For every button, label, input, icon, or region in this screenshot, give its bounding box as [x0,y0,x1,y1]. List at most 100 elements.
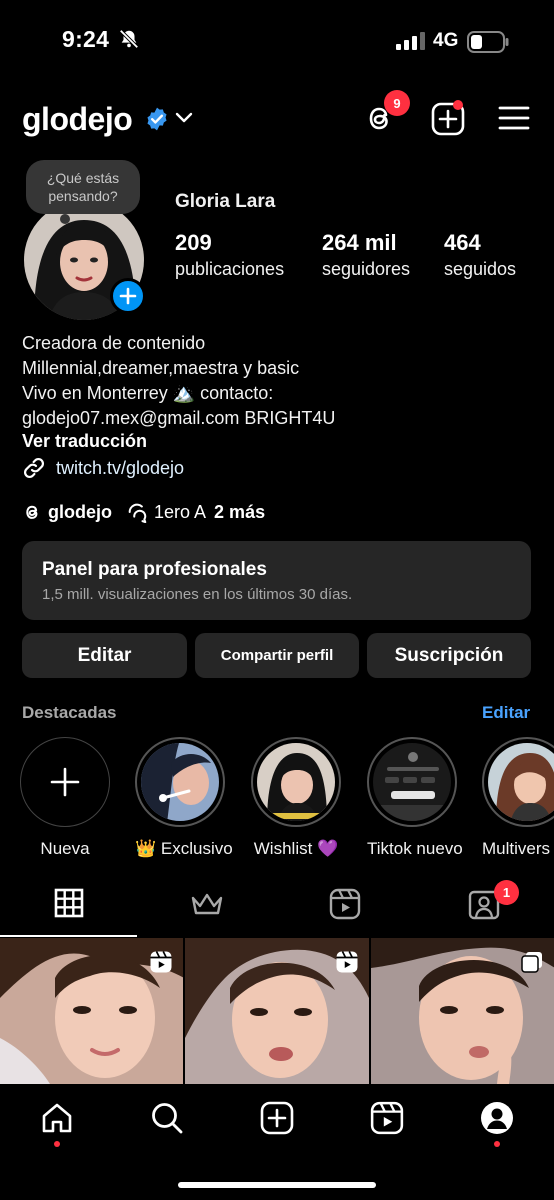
subscription-button[interactable]: Suscripción [367,633,531,678]
highlights-edit-link[interactable]: Editar [482,703,530,723]
tab-reels[interactable] [329,888,361,920]
stat-label: publicaciones [175,259,285,279]
highlight-ring [20,737,110,827]
network-type: 4G [433,30,459,51]
highlight-item[interactable]: 👑 Exclusivo [135,737,233,859]
professional-dashboard[interactable]: Panel para profesionales 1,5 mill. visua… [22,541,531,620]
cell-signal-icon [396,32,426,50]
posts-grid [0,938,554,1084]
bio-line: Millennial,dreamer,maestra y basic [22,358,300,378]
nav-create[interactable] [260,1101,294,1135]
highlight-item[interactable]: Multivers [482,737,554,859]
note-bubble[interactable]: ¿Qué estás pensando? [26,160,140,214]
profile-notification-dot [494,1141,500,1147]
stat-followers[interactable]: 264 mil seguidores [322,230,410,280]
chevron-down-icon[interactable] [175,111,193,125]
bio-line: glodejo07.mex@gmail.com BRIGHT4U [22,408,336,428]
bio-line: Vivo en Monterrey 🏔️ contacto: [22,383,274,403]
post-thumbnail[interactable] [185,938,369,1084]
home-icon [42,1103,72,1133]
tab-grid[interactable] [54,888,84,918]
threads-chip-label: glodejo [48,501,112,522]
see-translation-link[interactable]: Ver traducción [22,431,147,452]
nav-reels[interactable] [370,1101,404,1135]
plus-square-icon [260,1101,294,1135]
home-indicator [178,1182,376,1188]
threads-button[interactable]: 9 [362,90,410,136]
highlight-label: Nueva [40,839,90,858]
link-text: twitch.tv/glodejo [56,457,185,478]
tab-tagged[interactable]: 1 [468,880,519,920]
bio: Creadora de contenido Millennial,dreamer… [22,331,335,431]
note-bubble-tail [60,214,70,224]
plus-icon [119,287,137,305]
stat-posts[interactable]: 209 publicaciones [175,230,284,280]
bio-line: Creadora de contenido [22,333,206,353]
grid-icon [54,888,84,918]
highlight-label: 👑 Exclusivo [135,839,233,858]
stat-value: 209 [175,230,212,255]
hamburger-menu-icon [498,106,530,130]
bell-muted-icon [118,28,140,50]
more-chips-label: 2 más [214,501,266,522]
highlight-cover [488,743,554,821]
nav-search[interactable] [150,1101,184,1135]
content-tabs: 1 [0,880,554,936]
link-icon [23,457,45,479]
highlight-item[interactable]: Wishlist 💜 [251,737,341,859]
tab-exclusive[interactable] [190,892,224,918]
stat-following[interactable]: 464 seguidos [444,230,516,280]
more-chips[interactable]: 2 más [214,502,265,523]
create-post-dot [453,100,463,110]
highlight-ring [251,737,341,827]
nav-home[interactable] [40,1101,74,1147]
broadcast-channel-icon [128,503,147,523]
highlight-cover [141,743,219,821]
stat-label: seguidos [444,259,517,279]
profile-link[interactable]: twitch.tv/glodejo [22,456,184,480]
search-icon [152,1103,183,1134]
highlight-cover [373,743,451,821]
stat-value: 264 mil [322,230,397,255]
plus-icon [50,767,80,797]
threads-chip[interactable]: glodejo [22,501,112,523]
add-story-button[interactable] [110,278,146,314]
highlight-label: Wishlist 💜 [253,839,339,858]
highlight-ring [482,737,554,827]
highlight-ring [367,737,457,827]
highlight-item[interactable]: Tiktok nuevo [367,737,463,859]
reels-icon [329,888,361,920]
pro-panel-subtitle: 1,5 mill. visualizaciones en los últimos… [42,586,353,603]
verified-badge-icon [144,106,170,132]
reel-badge-icon [335,950,359,974]
channel-chip-label: 1ero A [154,501,207,522]
profile-chips: glodejo 1ero A 2 más [22,501,279,523]
active-tab-indicator [0,935,137,937]
carousel-badge-icon [520,950,544,974]
full-name: Gloria Lara [175,191,276,212]
share-profile-button[interactable]: Compartir perfil [195,633,359,678]
reel-badge-icon [149,950,173,974]
create-post-button[interactable] [431,100,465,136]
threads-badge: 9 [384,90,410,116]
battery-icon [467,31,509,53]
highlight-new[interactable]: Nueva [20,737,110,859]
highlight-label: Tiktok nuevo [367,839,463,858]
post-thumbnail[interactable] [370,938,554,1084]
highlight-label: Multivers [482,839,551,858]
post-thumbnail[interactable] [0,938,184,1084]
channel-chip[interactable]: 1ero A [126,501,206,523]
menu-button[interactable] [498,104,530,132]
status-time: 9:24 [62,26,110,52]
highlight-cover [257,743,335,821]
nav-profile[interactable] [480,1101,514,1147]
reels-icon [370,1101,404,1135]
highlights-title: Destacadas [22,703,117,722]
stat-value: 464 [444,230,481,255]
edit-profile-button[interactable]: Editar [22,633,187,678]
profile-icon [481,1102,513,1134]
threads-icon [26,505,38,519]
home-notification-dot [54,1141,60,1147]
tagged-badge: 1 [494,880,519,905]
profile-username[interactable]: glodejo [22,101,133,138]
